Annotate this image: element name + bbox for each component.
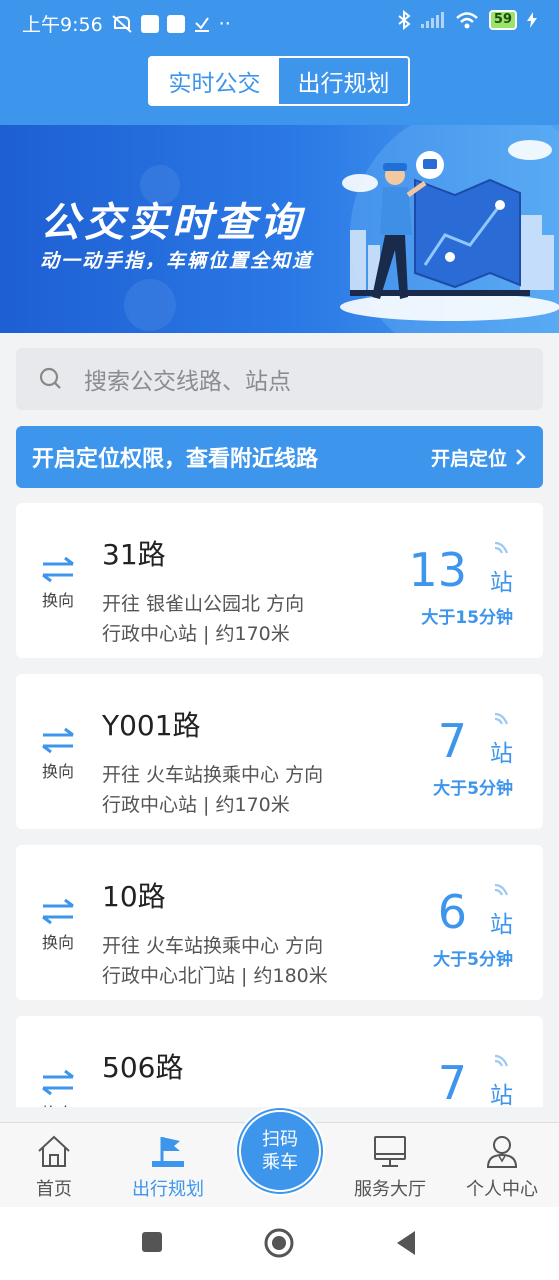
stops-unit: 站 — [490, 912, 513, 938]
location-message: 开启定位权限，查看附近线路 — [32, 447, 319, 472]
enable-location-button[interactable]: 开启定位 — [431, 426, 527, 488]
swap-icon — [42, 898, 74, 925]
flag-icon — [152, 1137, 184, 1167]
swap-label: 换向 — [41, 933, 74, 952]
swap-direction-button[interactable]: 换向 — [38, 726, 78, 782]
system-nav-bar — [0, 1207, 559, 1280]
swap-label: 换向 — [41, 591, 74, 610]
user-icon — [486, 1136, 518, 1168]
route-card[interactable]: 换向 10路 开往 火车站换乘中心 方向 行政中心北门站 | 约180米 6 站… — [16, 845, 543, 1000]
swap-label: 换向 — [38, 1100, 78, 1107]
tab-trip-planning[interactable]: 出行规划 — [279, 58, 408, 104]
search-placeholder: 搜索公交线路、站点 — [84, 369, 291, 395]
mode-switch: 实时公交 出行规划 — [148, 56, 410, 106]
status-bar: 上午9:56 ·· 59 — [0, 0, 559, 44]
stops-away: 7 — [437, 1056, 467, 1107]
mute-icon — [112, 14, 132, 33]
route-card[interactable]: 换向 506路 7 站 — [16, 1016, 543, 1107]
swap-label: 换向 — [41, 762, 74, 781]
stops-unit: 站 — [490, 741, 513, 767]
wifi-icon — [456, 12, 478, 29]
chevron-right-icon — [516, 449, 526, 465]
stops-away: 6 — [437, 885, 467, 939]
nav-home-label: 首页 — [36, 1179, 72, 1200]
eta-block: 13 站 大于15分钟 — [363, 541, 513, 633]
route-stop: 行政中心站 | 约170米 — [102, 623, 290, 645]
home-icon — [38, 1135, 70, 1167]
scan-to-ride-button[interactable]: 扫码 乘车 — [235, 1106, 325, 1196]
nav-trip-planning[interactable]: 出行规划 — [118, 1131, 218, 1201]
eta-block: 6 站 大于5分钟 — [363, 883, 513, 975]
notification-icon — [166, 14, 185, 33]
nearby-routes-list: 换向 31路 开往 银雀山公园北 方向 行政中心站 | 约170米 13 站 大… — [0, 503, 559, 1107]
search-input[interactable]: 搜索公交线路、站点 — [16, 348, 543, 410]
stops-away: 7 — [437, 714, 467, 768]
route-direction: 开往 银雀山公园北 方向 — [102, 593, 305, 615]
nav-profile[interactable]: 个人中心 — [452, 1131, 552, 1201]
nav-trip-planning-label: 出行规划 — [132, 1179, 204, 1200]
eta-time: 大于5分钟 — [433, 779, 513, 799]
nav-service-hall-label: 服务大厅 — [354, 1179, 426, 1200]
stops-away: 13 — [408, 543, 467, 597]
swap-direction-button[interactable]: 换向 — [38, 897, 78, 953]
eta-time: 大于5分钟 — [433, 950, 513, 970]
search-icon — [39, 367, 61, 389]
recents-square-icon[interactable] — [140, 1230, 164, 1254]
nav-service-hall[interactable]: 服务大厅 — [340, 1131, 440, 1201]
route-name: Y001路 — [102, 709, 201, 742]
swap-direction-button[interactable]: 换向 — [38, 1068, 78, 1107]
more-dots: ·· — [218, 12, 231, 35]
status-time: 上午9:56 — [22, 14, 103, 36]
back-triangle-icon[interactable] — [395, 1230, 417, 1256]
enable-location-label: 开启定位 — [430, 447, 507, 470]
stops-unit: 站 — [490, 570, 513, 596]
scan-label-line1: 扫码 — [262, 1129, 298, 1150]
swap-icon — [42, 727, 74, 754]
route-direction: 开往 火车站换乘中心 方向 — [102, 764, 324, 786]
stops-unit: 站 — [490, 1083, 513, 1107]
nav-home[interactable]: 首页 — [4, 1131, 104, 1201]
route-direction: 开往 火车站换乘中心 方向 — [102, 935, 324, 957]
bottom-nav: 首页 出行规划 扫码 乘车 服务大厅 个人中心 — [0, 1106, 559, 1207]
route-name: 10路 — [102, 880, 166, 913]
signal-icon — [420, 12, 444, 28]
swap-icon — [42, 556, 74, 583]
promo-banner[interactable]: 公交实时查询 动一动手指，车辆位置全知道 — [0, 125, 559, 333]
charging-icon — [527, 12, 537, 28]
monitor-icon — [374, 1136, 406, 1167]
route-name: 506路 — [102, 1051, 184, 1084]
tab-realtime-bus[interactable]: 实时公交 — [150, 58, 279, 104]
notification-icon — [140, 14, 159, 33]
route-card[interactable]: 换向 Y001路 开往 火车站换乘中心 方向 行政中心站 | 约170米 7 站… — [16, 674, 543, 829]
realtime-signal-icon — [494, 1054, 509, 1067]
realtime-signal-icon — [494, 541, 509, 554]
bluetooth-icon — [398, 10, 411, 30]
eta-block: 7 站 大于5分钟 — [363, 712, 513, 804]
download-icon — [194, 16, 209, 32]
route-card[interactable]: 换向 31路 开往 银雀山公园北 方向 行政中心站 | 约170米 13 站 大… — [16, 503, 543, 658]
swap-direction-button[interactable]: 换向 — [38, 555, 78, 611]
banner-subtitle: 动一动手指，车辆位置全知道 — [40, 250, 314, 272]
location-permission-bar[interactable]: 开启定位权限，查看附近线路 开启定位 — [16, 426, 543, 488]
route-name: 31路 — [102, 538, 166, 571]
scan-label-line2: 乘车 — [262, 1152, 298, 1173]
banner-title: 公交实时查询 — [40, 200, 304, 246]
app-header: 上午9:56 ·· 59 实时公交 出行规划 — [0, 0, 559, 125]
eta-time: 大于15分钟 — [421, 608, 513, 628]
battery-indicator: 59 — [488, 10, 517, 30]
home-circle-icon[interactable] — [263, 1227, 295, 1259]
route-stop: 行政中心北门站 | 约180米 — [102, 965, 328, 987]
realtime-signal-icon — [494, 712, 509, 725]
route-stop: 行政中心站 | 约170米 — [102, 794, 290, 816]
eta-block: 7 站 — [363, 1054, 513, 1107]
nav-profile-label: 个人中心 — [466, 1179, 538, 1200]
realtime-signal-icon — [494, 883, 509, 896]
swap-icon — [42, 1069, 74, 1096]
